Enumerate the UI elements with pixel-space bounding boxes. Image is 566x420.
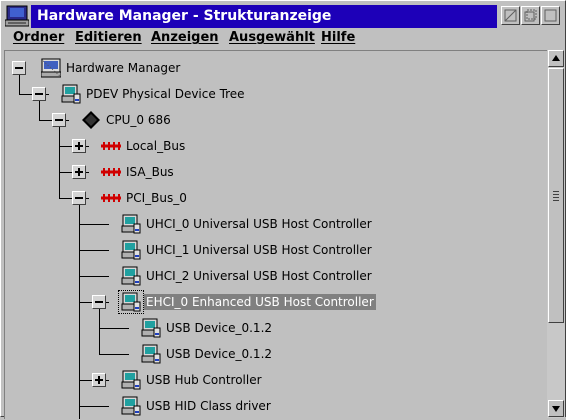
tree-item-usb-hid-class-driver[interactable]: USB HID Class driver: [144, 398, 273, 414]
expand-toggle[interactable]: [92, 373, 106, 387]
tree-connector: [79, 406, 109, 407]
close-icon: [544, 9, 557, 22]
tree-item-uhci-1-universal-usb-host-controller[interactable]: UHCI_1 Universal USB Host Controller: [144, 242, 374, 258]
expand-toggle[interactable]: [72, 165, 86, 179]
bus-icon: [101, 162, 121, 182]
device-icon: [121, 370, 141, 390]
device-icon: [121, 240, 141, 260]
tree-connector: [39, 101, 40, 120]
menu-bar: Ordner Editieren Anzeigen Ausgewählt Hil…: [3, 29, 563, 49]
tree-item-hardware-manager[interactable]: Hardware Manager: [64, 60, 182, 76]
computer-icon: [40, 58, 62, 78]
tree-item-usb-device-0-1-2[interactable]: USB Device_0.1.2: [164, 346, 274, 362]
tree-connector: [99, 328, 129, 329]
restore-button[interactable]: [521, 6, 540, 25]
plus-icon: [78, 142, 80, 150]
device-icon: [61, 84, 81, 104]
tree-connector: [79, 250, 109, 251]
tree-connector: [79, 205, 80, 419]
tree-item-uhci-0-universal-usb-host-controller[interactable]: UHCI_0 Universal USB Host Controller: [144, 216, 374, 232]
tree-item-usb-device-0-1-2[interactable]: USB Device_0.1.2: [164, 320, 274, 336]
plus-icon: [78, 168, 80, 176]
scroll-down-button[interactable]: [548, 400, 564, 417]
menu-ausgewaehlt[interactable]: Ausgewählt: [229, 29, 315, 49]
device-icon: [121, 214, 141, 234]
tree-connector: [59, 127, 60, 198]
menu-hilfe[interactable]: Hilfe: [321, 29, 355, 49]
scroll-up-button[interactable]: [548, 50, 564, 67]
plus-icon: [98, 376, 100, 384]
device-icon: [141, 344, 161, 364]
tree-item-usb-hub-controller[interactable]: USB Hub Controller: [144, 372, 264, 388]
restore-icon: [524, 9, 537, 22]
vertical-scrollbar[interactable]: [547, 50, 565, 418]
collapse-toggle[interactable]: [92, 295, 106, 309]
bus-icon: [101, 188, 121, 208]
menu-editieren[interactable]: Editieren: [75, 29, 142, 49]
minus-icon: [55, 119, 63, 121]
window-title: Hardware Manager - Strukturanzeige: [31, 5, 497, 28]
collapse-toggle[interactable]: [72, 191, 86, 205]
tree-item-uhci-2-universal-usb-host-controller[interactable]: UHCI_2 Universal USB Host Controller: [144, 268, 374, 284]
tree-item-pdev-physical-device-tree[interactable]: PDEV Physical Device Tree: [84, 86, 247, 102]
device-icon: [121, 396, 141, 416]
device-tree: Hardware Manager PDEV Physical Device Tre…: [5, 51, 547, 419]
bus-icon: [101, 136, 121, 156]
minus-icon: [75, 197, 83, 199]
tree-connector: [79, 276, 109, 277]
tree-connector: [79, 224, 109, 225]
device-icon: [121, 266, 141, 286]
collapse-toggle[interactable]: [32, 87, 46, 101]
collapse-toggle[interactable]: [52, 113, 66, 127]
collapse-toggle[interactable]: [12, 61, 26, 75]
tree-item-cpu-0-686[interactable]: CPU_0 686: [104, 112, 173, 128]
device-tree-panel: Hardware Manager PDEV Physical Device Tre…: [4, 50, 547, 419]
tree-item-ehci-0-enhanced-usb-host-controller[interactable]: EHCI_0 Enhanced USB Host Controller: [144, 294, 376, 310]
device-icon: [121, 292, 141, 312]
arrow-down-icon: [552, 406, 560, 412]
tree-connector: [19, 75, 20, 94]
close-button[interactable]: [541, 6, 560, 25]
minus-icon: [35, 93, 43, 95]
minus-icon: [15, 67, 23, 69]
device-icon: [141, 318, 161, 338]
title-bar[interactable]: Hardware Manager - Strukturanzeige: [3, 3, 563, 29]
tree-item-pci-bus-0[interactable]: PCI_Bus_0: [124, 190, 189, 206]
tree-item-isa-bus[interactable]: ISA_Bus: [124, 164, 176, 180]
application-window: Hardware Manager - Strukturanzeige Ordne…: [0, 0, 566, 419]
tree-item-local-bus[interactable]: Local_Bus: [124, 138, 187, 154]
tree-connector: [99, 309, 100, 354]
minimize-icon: [504, 9, 517, 22]
cpu-chip-icon: [81, 110, 101, 130]
tree-connector: [99, 354, 129, 355]
menu-ordner[interactable]: Ordner: [13, 29, 64, 49]
minus-icon: [95, 301, 103, 303]
arrow-up-icon: [552, 55, 560, 61]
scroll-thumb[interactable]: [548, 68, 564, 323]
menu-anzeigen[interactable]: Anzeigen: [151, 29, 219, 49]
minimize-button[interactable]: [501, 6, 520, 25]
computer-icon[interactable]: [5, 5, 29, 27]
expand-toggle[interactable]: [72, 139, 86, 153]
